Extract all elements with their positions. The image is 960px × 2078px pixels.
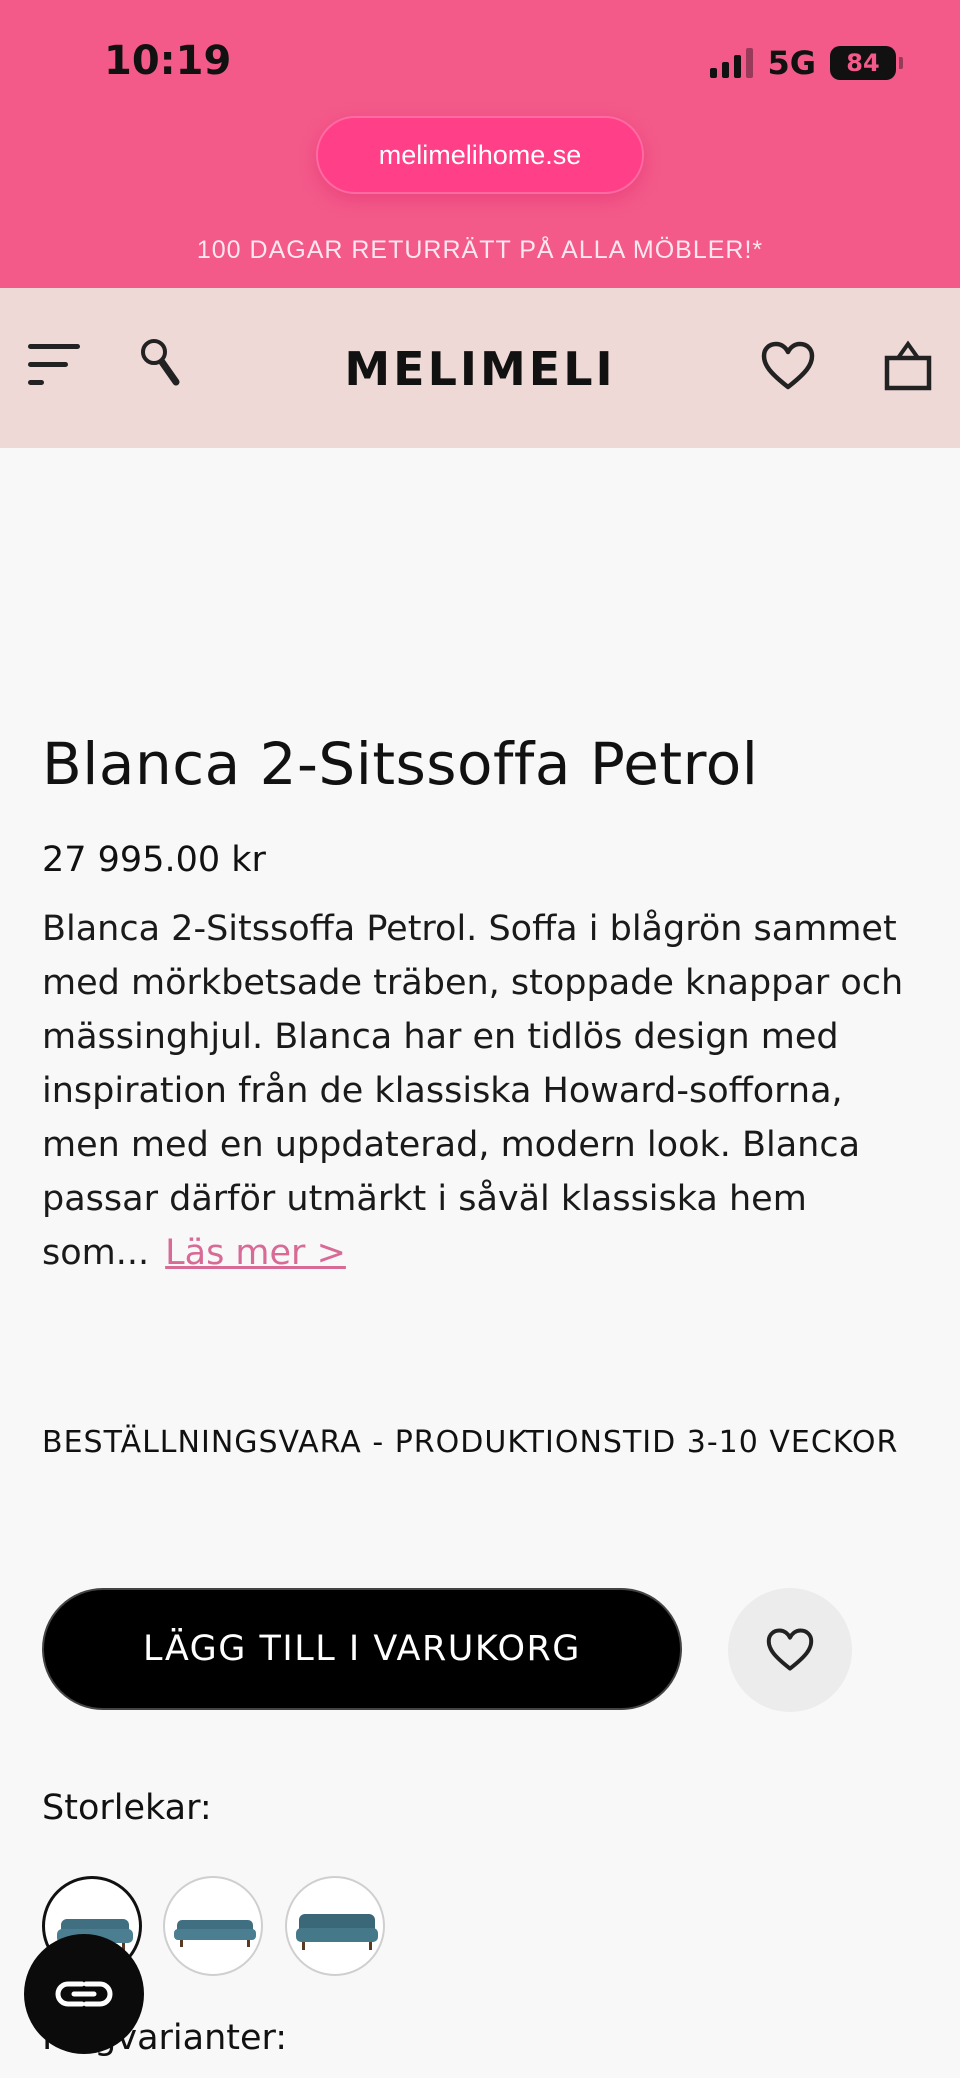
- menu-icon[interactable]: [28, 338, 82, 392]
- heart-icon: [766, 1628, 814, 1671]
- battery-level: 84: [846, 49, 880, 77]
- network-label: 5G: [767, 44, 816, 82]
- promo-banner[interactable]: 100 DAGAR RETURRÄTT PÅ ALLA MÖBLER!*: [0, 236, 960, 265]
- status-time: 10:19: [104, 38, 232, 84]
- size-option-3-seat[interactable]: [163, 1876, 263, 1976]
- read-more-link[interactable]: Läs mer >: [165, 1233, 346, 1273]
- url-bar[interactable]: melimelihome.se: [316, 116, 644, 194]
- product-title: Blanca 2-Sitssoffa Petrol: [42, 730, 759, 798]
- product-price: 27 995.00 kr: [42, 840, 266, 880]
- search-icon[interactable]: [138, 336, 184, 390]
- site-logo[interactable]: MELIMELI: [300, 342, 660, 396]
- chat-icon: [55, 1981, 113, 2007]
- site-header: MELIMELI: [0, 288, 960, 448]
- lead-time-notice: BESTÄLLNINGSVARA - PRODUKTIONSTID 3-10 V…: [42, 1425, 899, 1460]
- description-text: Blanca 2-Sitssoffa Petrol. Soffa i blågr…: [42, 909, 904, 1273]
- status-indicators: 5G 84: [710, 44, 903, 82]
- size-option-corner[interactable]: [285, 1876, 385, 1976]
- sizes-label: Storlekar:: [42, 1788, 212, 1828]
- heart-icon[interactable]: [760, 340, 816, 392]
- sofa-thumbnail: [174, 1920, 256, 1947]
- chat-button[interactable]: [24, 1934, 144, 2054]
- shopping-bag-icon[interactable]: [884, 340, 932, 392]
- add-to-cart-button[interactable]: LÄGG TILL I VARUKORG: [42, 1588, 682, 1710]
- sofa-thumbnail: [296, 1914, 378, 1950]
- battery-icon: 84: [830, 46, 903, 80]
- signal-icon: [710, 48, 754, 78]
- add-to-wishlist-button[interactable]: [728, 1588, 852, 1712]
- url-text: melimelihome.se: [378, 139, 582, 170]
- product-description: Blanca 2-Sitssoffa Petrol. Soffa i blågr…: [42, 902, 922, 1280]
